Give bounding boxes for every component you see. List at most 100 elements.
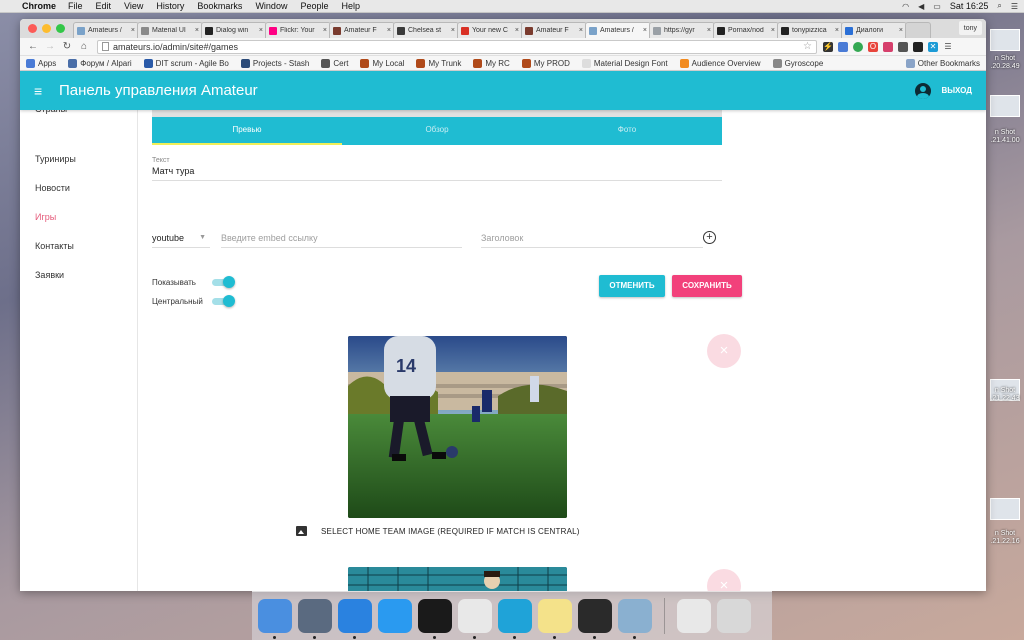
browser-tab[interactable]: Amateurs / × [73, 22, 139, 38]
sidebar-item-games[interactable]: Игры [35, 212, 56, 222]
logout-button[interactable]: ВЫХОД [915, 82, 972, 99]
browser-tab[interactable]: Amateur F × [521, 22, 587, 38]
dock-launchpad-icon[interactable] [298, 599, 332, 639]
tab-close-icon[interactable]: × [387, 27, 391, 34]
back-icon[interactable]: ← [26, 41, 40, 52]
add-circle-icon[interactable]: + [703, 231, 716, 244]
tab-close-icon[interactable]: × [515, 27, 519, 34]
tab-close-icon[interactable]: × [323, 27, 327, 34]
browser-tab[interactable]: Your new C × [457, 22, 523, 38]
wifi-icon[interactable]: ◠ [902, 2, 909, 11]
new-tab-button[interactable] [905, 22, 931, 38]
dock-downloads-icon[interactable] [677, 599, 711, 633]
browser-tab[interactable]: Диалоги × [841, 22, 907, 38]
desktop-file-thumb[interactable] [990, 498, 1020, 520]
dock-activity-monitor-icon[interactable] [578, 599, 612, 639]
bookmark-item[interactable]: Projects - Stash [240, 58, 309, 68]
forward-icon[interactable]: → [43, 41, 57, 52]
tab-photo[interactable]: Фото [532, 117, 722, 145]
bookmark-item[interactable]: My PROD [521, 58, 570, 68]
dock-app-store-icon[interactable] [378, 599, 412, 633]
url-text[interactable]: amateurs.io/admin/site#/games [113, 42, 803, 52]
browser-tab[interactable]: Chelsea st × [393, 22, 459, 38]
menubar-file[interactable]: File [68, 1, 83, 11]
bookmark-item[interactable]: DIT scrum - Agile Bo [143, 58, 229, 68]
cancel-button[interactable]: ОТМЕНИТЬ [599, 275, 665, 297]
remove-away-image-button[interactable]: × [707, 569, 741, 591]
tab-close-icon[interactable]: × [835, 27, 839, 34]
volume-icon[interactable]: ◀ [918, 2, 924, 11]
extension-icon[interactable] [898, 41, 908, 52]
minimize-window-icon[interactable] [42, 24, 51, 33]
bookmark-item[interactable]: Gyroscope [772, 58, 823, 68]
browser-tab[interactable]: https://gyr × [649, 22, 715, 38]
toggle-central-switch[interactable] [212, 295, 235, 307]
profile-button[interactable]: tony [958, 21, 982, 35]
tab-close-icon[interactable]: × [259, 27, 263, 34]
tab-close-icon[interactable]: × [643, 27, 647, 34]
menubar-history[interactable]: History [156, 1, 184, 11]
desktop-file-thumb[interactable] [990, 29, 1020, 51]
video-title-input[interactable]: Заголовок [481, 233, 703, 248]
menubar-app-name[interactable]: Chrome [22, 1, 56, 11]
extension-icon[interactable]: ⚡ [823, 41, 833, 52]
menubar-people[interactable]: People [300, 1, 328, 11]
bookmark-item[interactable]: Cert [321, 58, 348, 68]
bookmark-star-icon[interactable]: ☆ [803, 41, 812, 52]
sidebar-item-applications[interactable]: Заявки [35, 270, 64, 280]
bookmark-item[interactable]: My Trunk [416, 58, 461, 68]
toggle-show[interactable]: Показывать [152, 276, 235, 288]
menubar-window[interactable]: Window [255, 1, 287, 11]
browser-tab[interactable]: Flickr: Your × [265, 22, 331, 38]
bookmark-item[interactable]: Material Design Font [581, 58, 668, 68]
dock-preview-icon[interactable] [618, 599, 652, 639]
bookmark-item[interactable]: Форум / Alpari [68, 58, 132, 68]
dock-safari-icon[interactable] [338, 599, 372, 639]
tab-close-icon[interactable]: × [579, 27, 583, 34]
menubar-help[interactable]: Help [341, 1, 360, 11]
browser-tab[interactable]: Amateur F × [329, 22, 395, 38]
battery-icon[interactable]: ▭ [933, 2, 941, 11]
tab-close-icon[interactable]: × [195, 27, 199, 34]
bookmark-item[interactable]: Audience Overview [679, 58, 761, 68]
bookmark-item[interactable]: My Local [360, 58, 404, 68]
remove-home-image-button[interactable]: × [707, 334, 741, 368]
toggle-central[interactable]: Центральный [152, 295, 235, 307]
sidebar-item-news[interactable]: Новости [35, 183, 70, 193]
menubar-edit[interactable]: Edit [96, 1, 112, 11]
dock-finder-icon[interactable] [258, 599, 292, 639]
home-team-image-selector[interactable]: SELECT HOME TEAM IMAGE (REQUIRED IF MATC… [296, 526, 580, 536]
dock-chrome-icon[interactable] [458, 599, 492, 639]
close-window-icon[interactable] [28, 24, 37, 33]
address-bar[interactable]: amateurs.io/admin/site#/games ☆ [97, 39, 817, 54]
bookmark-item[interactable]: Apps [26, 58, 56, 68]
menubar-view[interactable]: View [124, 1, 143, 11]
save-button[interactable]: СОХРАНИТЬ [672, 275, 742, 297]
other-bookmarks-folder[interactable]: Other Bookmarks [905, 58, 980, 68]
tab-close-icon[interactable]: × [451, 27, 455, 34]
menu-icon[interactable]: ≡ [34, 83, 46, 99]
video-source-select[interactable]: youtube ▼ [152, 233, 210, 248]
chrome-menu-icon[interactable]: ☰ [943, 41, 953, 52]
menubar-bookmarks[interactable]: Bookmarks [197, 1, 242, 11]
extension-icon[interactable] [838, 41, 848, 52]
browser-tab[interactable]: Dialog win × [201, 22, 267, 38]
dock-terminal-icon[interactable] [418, 599, 452, 639]
extension-icon[interactable]: O [868, 41, 878, 52]
tab-close-icon[interactable]: × [131, 27, 135, 34]
tab-close-icon[interactable]: × [707, 27, 711, 34]
sidebar-item-contacts[interactable]: Контакты [35, 241, 74, 251]
browser-tab[interactable]: tonypizzica × [777, 22, 843, 38]
extension-icon[interactable] [853, 41, 863, 52]
tab-close-icon[interactable]: × [899, 27, 903, 34]
bookmark-item[interactable]: My RC [473, 58, 510, 68]
dock-trash-icon[interactable] [717, 599, 751, 633]
desktop-file-thumb[interactable] [990, 95, 1020, 117]
tab-overview[interactable]: Обзор [342, 117, 532, 145]
extension-icon[interactable] [883, 41, 893, 52]
tab-preview[interactable]: Превью [152, 117, 342, 145]
sidebar-item-tournaments[interactable]: Туриниры [35, 154, 76, 164]
spotlight-icon[interactable]: ⌕ [997, 1, 1001, 11]
tab-close-icon[interactable]: × [771, 27, 775, 34]
browser-tab[interactable]: Material UI × [137, 22, 203, 38]
